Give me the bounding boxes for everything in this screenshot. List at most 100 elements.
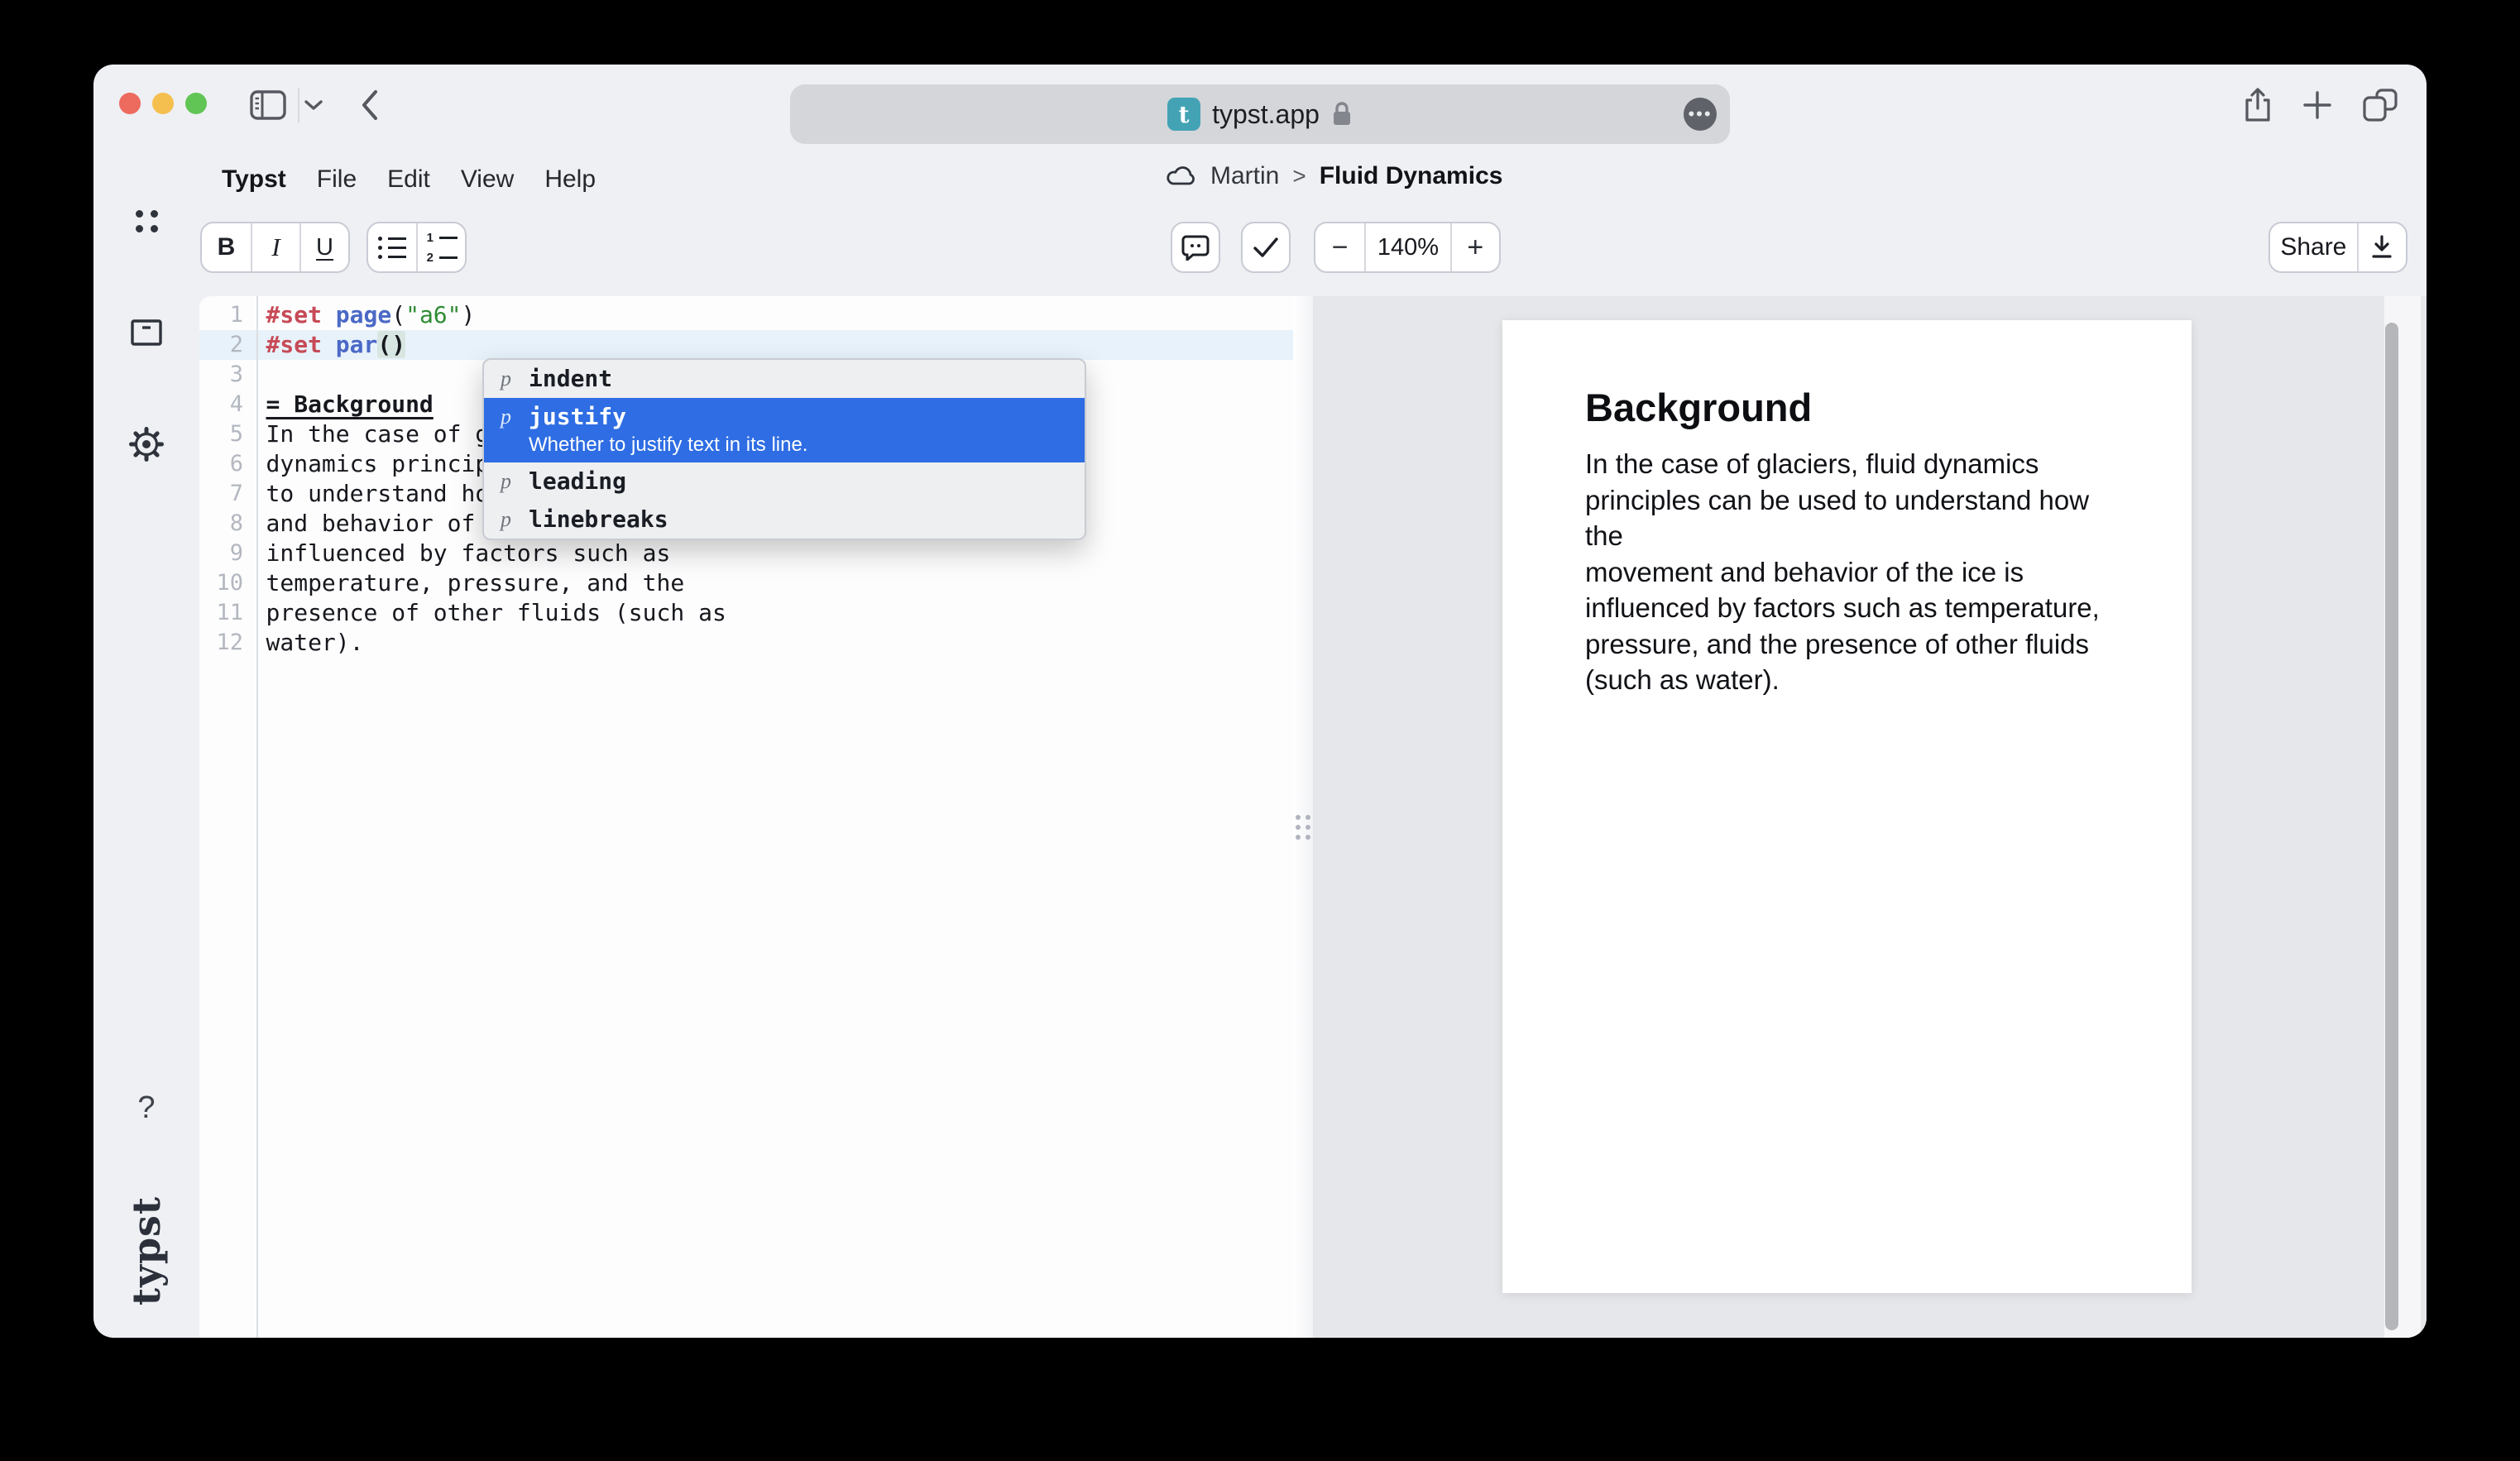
autocomplete-item-indent[interactable]: pindent xyxy=(484,360,1085,398)
preview-body-line: influenced by factors such as temperatur… xyxy=(1585,590,2131,626)
autocomplete-kind: p xyxy=(501,365,529,393)
close-window-button[interactable] xyxy=(119,93,141,114)
line-number: 11 xyxy=(199,598,256,628)
code-line[interactable]: influenced by factors such as xyxy=(258,539,1294,568)
preview-page: Background In the case of glaciers, flui… xyxy=(1502,320,2192,1293)
fullscreen-window-button[interactable] xyxy=(185,93,207,114)
breadcrumb-document-title[interactable]: Fluid Dynamics xyxy=(1320,162,1503,190)
comment-icon xyxy=(1172,223,1219,271)
line-number: 1 xyxy=(199,300,256,330)
traffic-lights xyxy=(119,93,207,114)
line-number: 4 xyxy=(199,390,256,419)
pane-splitter[interactable] xyxy=(1293,296,1313,1338)
bullet-list-icon xyxy=(378,237,406,259)
zoom-control: − 140% + xyxy=(1314,222,1501,273)
minimize-window-button[interactable] xyxy=(152,93,174,114)
line-number: 5 xyxy=(199,419,256,449)
cloud-icon xyxy=(1166,165,1197,188)
page-settings-icon[interactable]: ••• xyxy=(1684,98,1717,131)
autocomplete-kind: p xyxy=(501,403,529,431)
tab-overview-icon[interactable] xyxy=(2360,86,2400,124)
code-line[interactable]: water). xyxy=(258,628,1294,658)
preview-body-line: principles can be used to understand how… xyxy=(1585,482,2131,554)
autocomplete-label: linebreaks xyxy=(529,505,668,534)
autocomplete-label: indent xyxy=(529,365,612,393)
bold-button[interactable]: B xyxy=(202,223,251,271)
download-icon xyxy=(2370,235,2393,260)
zoom-level[interactable]: 140% xyxy=(1364,223,1449,271)
zoom-out-button[interactable]: − xyxy=(1315,223,1364,271)
underline-button[interactable]: U xyxy=(299,223,348,271)
preview-body-line: In the case of glaciers, fluid dynamics xyxy=(1585,446,2131,482)
autocomplete-item-linebreaks[interactable]: plinebreaks xyxy=(484,501,1085,539)
code-line[interactable]: presence of other fluids (such as xyxy=(258,598,1294,628)
splitter-grip-icon xyxy=(1296,815,1310,840)
menu-item-typst[interactable]: Typst xyxy=(222,164,286,195)
line-number: 6 xyxy=(199,449,256,479)
browser-window: t typst.app ••• xyxy=(93,65,2427,1338)
screen: t typst.app ••• xyxy=(0,0,2520,1461)
line-number: 8 xyxy=(199,509,256,539)
preview-heading: Background xyxy=(1585,385,1812,430)
share-group: Share xyxy=(2268,222,2407,273)
content-area: 123456789101112 #set page("a6")#set par(… xyxy=(93,296,2427,1338)
list-group: 1 2 xyxy=(367,222,467,273)
check-button[interactable] xyxy=(1241,222,1291,273)
breadcrumb-workspace[interactable]: Martin xyxy=(1210,162,1279,190)
code-line[interactable]: #set page("a6") xyxy=(258,300,1294,330)
chevron-down-icon[interactable] xyxy=(302,96,325,114)
share-button[interactable]: Share xyxy=(2270,223,2357,271)
zoom-in-button[interactable]: + xyxy=(1450,223,1499,271)
numbered-list-button[interactable]: 1 2 xyxy=(416,223,465,271)
line-number: 7 xyxy=(199,479,256,509)
site-favicon: t xyxy=(1167,98,1200,131)
line-number: 3 xyxy=(199,360,256,390)
autocomplete-label: leading xyxy=(529,467,626,496)
autocomplete-kind: p xyxy=(501,505,529,534)
preview-scrollbar-thumb[interactable] xyxy=(2385,323,2398,1330)
line-number: 2 xyxy=(199,330,256,360)
comment-button[interactable] xyxy=(1171,222,1220,273)
line-number: 9 xyxy=(199,539,256,568)
autocomplete-kind: p xyxy=(501,467,529,496)
back-icon[interactable] xyxy=(357,88,383,122)
check-icon xyxy=(1243,223,1289,271)
code-editor[interactable]: 123456789101112 #set page("a6")#set par(… xyxy=(199,296,1293,1338)
autocomplete-item-justify[interactable]: pjustifyWhether to justify text in its l… xyxy=(484,398,1085,462)
new-tab-icon[interactable] xyxy=(2299,86,2336,124)
menu-item-edit[interactable]: Edit xyxy=(387,164,430,195)
autocomplete-description: Whether to justify text in its line. xyxy=(529,433,807,457)
autocomplete-popup: pindentpjustifyWhether to justify text i… xyxy=(482,358,1086,540)
bullet-list-button[interactable] xyxy=(368,223,416,271)
dashboard-grid-icon[interactable] xyxy=(93,210,199,232)
preview-body-line: movement and behavior of the ice is xyxy=(1585,554,2131,591)
menu-item-file[interactable]: File xyxy=(317,164,357,195)
chrome-divider xyxy=(298,88,299,122)
preview-body: In the case of glaciers, fluid dynamicsp… xyxy=(1585,446,2131,698)
preview-pane: Background In the case of glaciers, flui… xyxy=(1313,296,2427,1338)
breadcrumb: Martin > Fluid Dynamics xyxy=(1166,162,1502,190)
autocomplete-label: justify xyxy=(529,403,807,431)
preview-scrollbar-track[interactable] xyxy=(2384,296,2421,1338)
line-number: 12 xyxy=(199,628,256,658)
autocomplete-item-leading[interactable]: pleading xyxy=(484,462,1085,501)
share-page-icon[interactable] xyxy=(2240,86,2276,124)
code-line[interactable]: temperature, pressure, and the xyxy=(258,568,1294,598)
preview-body-line: pressure, and the presence of other flui… xyxy=(1585,626,2131,663)
url-bar[interactable]: t typst.app ••• xyxy=(790,84,1730,144)
menu-item-view[interactable]: View xyxy=(461,164,514,195)
code-line[interactable]: #set par() xyxy=(258,330,1294,360)
line-number: 10 xyxy=(199,568,256,598)
breadcrumb-separator: > xyxy=(1292,163,1306,189)
menu-item-help[interactable]: Help xyxy=(544,164,596,195)
numbered-list-icon: 1 2 xyxy=(426,231,458,265)
italic-button[interactable]: I xyxy=(251,223,299,271)
preview-body-line: (such as water). xyxy=(1585,662,2131,698)
format-group: B I U xyxy=(200,222,350,273)
app-menubar: Typst File Edit View Help xyxy=(222,164,596,195)
line-number-gutter: 123456789101112 xyxy=(199,300,256,658)
lock-icon xyxy=(1331,101,1353,127)
download-button[interactable] xyxy=(2357,223,2406,271)
sidebar-toggle-icon[interactable] xyxy=(247,88,289,122)
url-text: typst.app xyxy=(1212,99,1320,130)
